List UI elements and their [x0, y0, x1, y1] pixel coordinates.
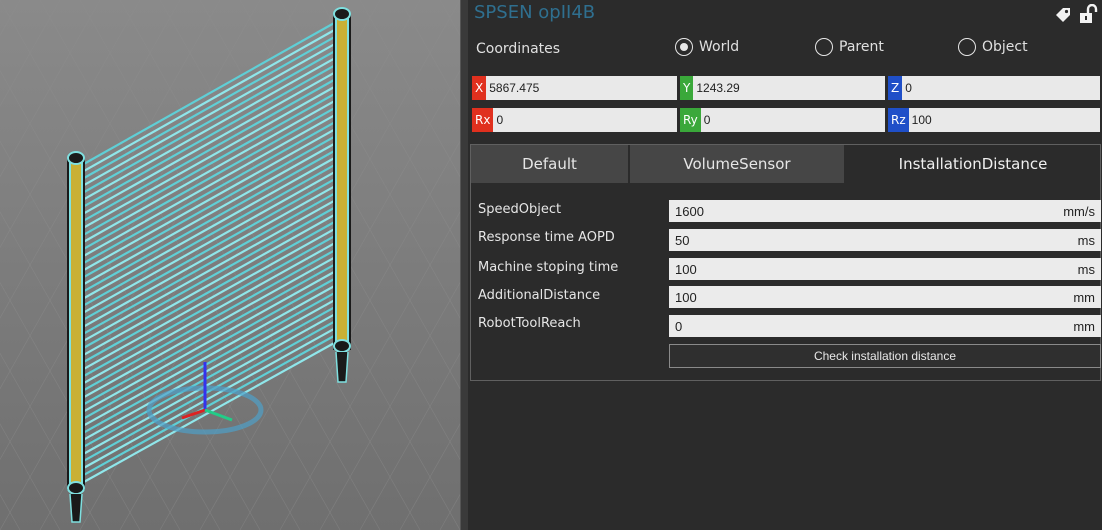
position-x-field[interactable]: X: [472, 76, 677, 100]
position-y-input[interactable]: [693, 76, 885, 100]
radio-circle: [958, 38, 976, 56]
prop-label-response-time: Response time AOPD: [478, 230, 615, 245]
rotation-y-input[interactable]: [700, 108, 885, 132]
prop-unit: mm: [1073, 289, 1095, 305]
object-title: SPSEN opII4B: [474, 2, 596, 23]
rotation-x-field[interactable]: Rx: [472, 108, 677, 132]
prop-value: 100: [675, 289, 697, 305]
tab-installation-distance[interactable]: InstallationDistance: [846, 145, 1100, 183]
position-z-input[interactable]: [902, 76, 1100, 100]
radio-selected-dot: [680, 43, 688, 51]
panel-splitter[interactable]: [460, 0, 468, 530]
radio-object-label: Object: [982, 39, 1028, 55]
rotation-y-field[interactable]: Ry: [680, 108, 885, 132]
prop-label-machine-stopping-time: Machine stoping time: [478, 260, 619, 275]
prop-unit: ms: [1077, 232, 1095, 248]
z-axis-label: Z: [888, 76, 903, 100]
coordinates-label: Coordinates: [476, 41, 561, 57]
prop-value: 50: [675, 232, 690, 248]
prop-value: 100: [675, 261, 697, 277]
prop-unit: mm/s: [1063, 203, 1095, 219]
tab-container: Default VolumeSensor InstallationDistanc…: [470, 144, 1101, 381]
radio-object[interactable]: Object: [958, 38, 1028, 56]
tab-volume-sensor[interactable]: VolumeSensor: [630, 145, 845, 183]
prop-input-additional-distance[interactable]: 100 mm: [669, 286, 1101, 308]
position-x-input[interactable]: [486, 76, 677, 100]
radio-parent-label: Parent: [839, 39, 884, 55]
check-installation-distance-button[interactable]: Check installation distance: [669, 344, 1101, 368]
light-curtain-model[interactable]: [0, 0, 460, 530]
radio-circle: [675, 38, 693, 56]
radio-world[interactable]: World: [675, 38, 739, 56]
properties-panel: SPSEN opII4B Coordinates World Parent Ob…: [468, 0, 1102, 530]
position-z-field[interactable]: Z: [888, 76, 1100, 100]
prop-input-response-time[interactable]: 50 ms: [669, 229, 1101, 251]
y-axis-label: Y: [680, 76, 694, 100]
rz-axis-label: Rz: [888, 108, 909, 132]
3d-viewport[interactable]: [0, 0, 460, 530]
prop-unit: ms: [1077, 261, 1095, 277]
prop-input-robot-tool-reach[interactable]: 0 mm: [669, 315, 1101, 337]
ry-axis-label: Ry: [680, 108, 701, 132]
prop-label-speed-object: SpeedObject: [478, 202, 562, 217]
rotation-z-input[interactable]: [908, 108, 1100, 132]
unlock-icon[interactable]: [1078, 4, 1098, 24]
left-emitter-pillar: [67, 151, 85, 523]
prop-input-machine-stopping-time[interactable]: 100 ms: [669, 258, 1101, 280]
tag-icon[interactable]: [1054, 6, 1072, 24]
prop-label-robot-tool-reach: RobotToolReach: [478, 316, 581, 331]
rotation-x-input[interactable]: [493, 108, 677, 132]
tab-default[interactable]: Default: [471, 145, 629, 183]
rotation-z-field[interactable]: Rz: [888, 108, 1100, 132]
radio-world-label: World: [699, 39, 740, 55]
prop-value: 0: [675, 318, 683, 334]
radio-parent[interactable]: Parent: [815, 38, 884, 56]
prop-label-additional-distance: AdditionalDistance: [478, 288, 601, 303]
right-receiver-pillar: [333, 7, 351, 383]
prop-unit: mm: [1073, 318, 1095, 334]
prop-value: 1600: [675, 203, 704, 219]
radio-circle: [815, 38, 833, 56]
x-axis-label: X: [472, 76, 487, 100]
position-y-field[interactable]: Y: [680, 76, 885, 100]
rx-axis-label: Rx: [472, 108, 494, 132]
prop-input-speed-object[interactable]: 1600 mm/s: [669, 200, 1101, 222]
